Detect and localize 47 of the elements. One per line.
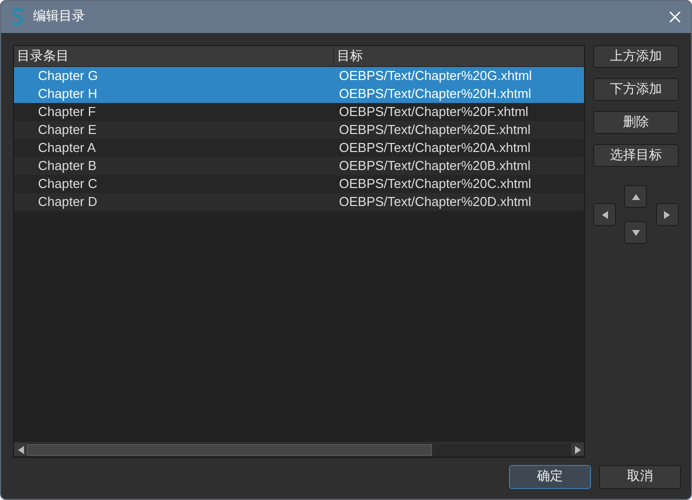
dialog-button[interactable]: 取消 <box>599 465 681 489</box>
left-arrow-icon <box>18 446 24 454</box>
table-cell-text: OEBPS/Text/Chapter%20C.xhtml <box>338 175 532 194</box>
table-cell-text: OEBPS/Text/Chapter%20A.xhtml <box>338 139 532 158</box>
window-title: 编辑目录 <box>33 8 85 26</box>
table-cell-text: Chapter F <box>37 103 97 122</box>
table-row[interactable]: Chapter D OEBPS/Text/Chapter%20D.xhtml <box>14 193 584 211</box>
table-cell-text: Chapter C <box>37 175 98 194</box>
table-cell-text: OEBPS/Text/Chapter%20G.xhtml <box>338 67 533 86</box>
column-header[interactable]: 目标 <box>334 46 584 66</box>
column-header[interactable]: 目录条目 <box>14 46 334 66</box>
right-arrow-icon <box>574 446 580 454</box>
dialog-button[interactable]: 确定 <box>509 465 591 489</box>
table-row[interactable]: Chapter E OEBPS/Text/Chapter%20E.xhtml <box>14 121 584 139</box>
left-arrow-icon <box>602 210 608 218</box>
table-cell-text: Chapter H <box>37 85 98 104</box>
table-cell-text: OEBPS/Text/Chapter%20F.xhtml <box>338 103 530 122</box>
arrow-button[interactable] <box>624 221 648 244</box>
table-cell-text: OEBPS/Text/Chapter%20D.xhtml <box>338 193 532 212</box>
table-cell-text: OEBPS/Text/Chapter%20H.xhtml <box>338 85 532 104</box>
table-cell-text: Chapter D <box>37 193 98 212</box>
table-row[interactable]: Chapter G OEBPS/Text/Chapter%20G.xhtml <box>14 67 584 85</box>
up-arrow-icon <box>632 194 640 200</box>
table-cell-text: Chapter G <box>37 67 99 86</box>
side-button[interactable]: 删除 <box>593 111 679 134</box>
arrow-button[interactable] <box>593 203 616 226</box>
side-button[interactable]: 选择目标 <box>593 144 679 167</box>
down-arrow-icon <box>632 230 640 236</box>
table-cell-text: OEBPS/Text/Chapter%20B.xhtml <box>338 157 532 176</box>
right-arrow-icon <box>664 210 670 218</box>
table-cell-text: Chapter A <box>37 139 97 158</box>
app-logo-icon <box>11 8 25 26</box>
table-cell-text: Chapter E <box>37 121 98 140</box>
table-row[interactable]: Chapter C OEBPS/Text/Chapter%20C.xhtml <box>14 175 584 193</box>
side-button[interactable]: 下方添加 <box>593 78 679 101</box>
side-button[interactable]: 上方添加 <box>593 45 679 68</box>
table-cell-text: Chapter B <box>37 157 98 176</box>
table-row[interactable]: Chapter F OEBPS/Text/Chapter%20F.xhtml <box>14 103 584 121</box>
arrow-button[interactable] <box>656 203 679 226</box>
close-icon[interactable] <box>669 11 681 23</box>
table-cell-text: OEBPS/Text/Chapter%20E.xhtml <box>338 121 532 140</box>
table-row[interactable]: Chapter B OEBPS/Text/Chapter%20B.xhtml <box>14 157 584 175</box>
table-row[interactable]: Chapter A OEBPS/Text/Chapter%20A.xhtml <box>14 139 584 157</box>
scrollbar-thumb[interactable] <box>27 444 432 456</box>
table-row[interactable]: Chapter H OEBPS/Text/Chapter%20H.xhtml <box>14 85 584 103</box>
arrow-button[interactable] <box>624 185 648 208</box>
horizontal-scrollbar[interactable] <box>14 442 584 456</box>
